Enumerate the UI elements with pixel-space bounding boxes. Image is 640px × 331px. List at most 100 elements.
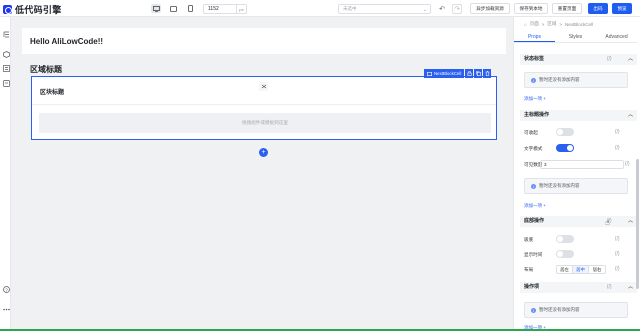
tablet-device-button[interactable] [168,4,178,13]
copy-icon[interactable] [474,69,483,78]
layout-option-right[interactable]: 居右 [589,266,605,273]
empty-state-box: i 暂时还没有添加内容 [524,178,628,194]
desktop-device-button[interactable] [151,4,161,13]
breadcrumb-item-current[interactable]: NextBlockCell [565,22,593,27]
section-header-bottom-ops[interactable]: 底部操作 ︿ [520,216,637,227]
variable-binding-icon[interactable]: {/} [607,56,612,62]
fixed-bottom-switch[interactable] [556,235,574,243]
phone-device-button[interactable] [185,4,195,13]
component-library-icon[interactable] [2,50,10,58]
drop-zone-hint: 拖拽组件或模板到这里 [242,120,288,125]
selection-tag[interactable]: NextBlockCell [424,69,465,78]
fixed-bottom-label: 吸底 [524,237,534,242]
left-sidebar: ? [0,17,11,331]
drop-zone[interactable]: 拖拽组件或模板到这里 [39,113,491,133]
tablet-icon [169,5,177,12]
panel-scrollbar[interactable] [636,37,640,331]
phone-icon [187,5,193,12]
delete-icon[interactable] [483,69,492,78]
hello-text-block[interactable]: Hello AliLowCode!! [22,28,506,54]
settings-tabs: Props Styles Advanced [514,32,637,43]
breadcrumb-separator: > [559,21,562,27]
reset-page-button[interactable]: 重置页面 [552,3,582,14]
add-item-link[interactable]: 添加一项 + [524,203,546,209]
logo-icon [3,5,12,14]
info-icon: i [531,307,536,313]
data-source-icon[interactable] [2,64,10,72]
section-header-main-ops[interactable]: 主标题操作 ︿ [520,110,637,121]
variable-binding-icon[interactable]: {/} [615,129,620,135]
tab-styles[interactable]: Styles [555,32,596,42]
layout-option-left[interactable]: 居左 [557,266,573,273]
layout-label: 布局 [524,267,534,272]
code-editor-icon[interactable] [2,79,10,87]
panel-scrollbar-thumb[interactable] [636,159,639,289]
variable-binding-icon[interactable]: {/} [607,284,612,290]
breadcrumb: ⌂ 页面 > 区域 > NextBlockCell [524,21,593,27]
breadcrumb-separator: > [541,21,545,27]
mouse-pointer-icon: ☝ [605,218,610,227]
publish-button[interactable]: 出码 [588,3,608,14]
add-item-link[interactable]: 添加一项 + [524,96,546,102]
visible-count-input[interactable]: 3 [540,160,624,169]
variable-binding-icon[interactable]: {/} [615,251,620,257]
layout-option-center[interactable]: 居中 [573,266,589,273]
breadcrumb-item-area[interactable]: 区域 [547,21,556,27]
variable-binding-icon[interactable]: {/} [615,236,620,242]
top-toolbar: 低代码引擎 1152 px 未选中 ⌄ ↶ ↷ 异步加载资源 保存到本地 重置页… [0,0,640,17]
outline-tree-icon[interactable] [2,30,10,38]
redo-icon[interactable]: ↷ [452,4,462,14]
section-header-state[interactable]: 状态标签 ︿ [520,54,637,65]
tab-props[interactable]: Props [514,32,555,42]
add-component-button[interactable]: + [259,148,268,157]
layout-segmented-control: 居左 居中 居右 [556,265,606,274]
area-title[interactable]: 区域标题 [30,64,62,75]
more-icon[interactable] [2,305,10,313]
empty-state-text: 暂时还没有添加内容 [539,77,580,82]
width-unit-label: px [236,5,246,13]
variable-binding-icon[interactable]: {/} [615,266,620,272]
locale-select-value: 未选中 [343,6,357,11]
preview-button[interactable]: 预览 [612,3,632,14]
settings-panel: ⌂ 页面 > 区域 > NextBlockCell Props Styles A… [513,17,640,331]
canvas-width-value: 1152 [208,6,219,12]
section-header-op-items[interactable]: 操作项 ︿ [520,282,637,293]
collapsible-switch[interactable] [556,128,574,136]
undo-icon[interactable]: ↶ [437,4,447,14]
block-title[interactable]: 区块标题 [40,87,64,96]
show-time-switch[interactable] [556,250,574,258]
variable-binding-icon[interactable]: {/} [625,161,630,167]
collapse-handle[interactable] [259,82,268,91]
desktop-icon [152,5,160,12]
svg-text:?: ? [5,287,8,292]
app-logo: 低代码引擎 [3,3,62,16]
breadcrumb-item-page[interactable]: 页面 [530,21,539,27]
section-title-bottom-ops: 底部操作 [524,218,545,224]
info-icon: i [531,183,536,189]
chevron-down-icon: ⌄ [422,7,427,13]
chevron-up-icon[interactable]: ︿ [628,110,633,121]
selection-toolbar: NextBlockCell [424,69,492,78]
section-title-state: 状态标签 [524,56,545,62]
block-divider [32,104,496,105]
empty-state-box: i 暂时还没有添加内容 [524,302,628,318]
empty-state-box: i 暂时还没有添加内容 [524,72,628,88]
chevron-up-icon[interactable]: ︿ [628,54,633,65]
locale-select[interactable]: 未选中 ⌄ [338,4,431,14]
collapse-arrows-icon [261,84,266,89]
empty-state-text: 暂时还没有添加内容 [539,183,580,188]
show-time-label: 显示时间 [524,252,543,257]
variable-binding-icon[interactable]: {/} [615,145,620,151]
save-local-button[interactable]: 保存到本地 [514,3,548,14]
chevron-up-icon[interactable]: ︿ [628,282,633,293]
section-title-main-ops: 主标题操作 [524,112,550,118]
text-mode-switch[interactable] [556,144,574,152]
chevron-up-icon[interactable]: ︿ [628,216,633,227]
home-icon[interactable]: ⌂ [524,22,527,27]
help-icon[interactable]: ? [2,285,10,293]
async-load-button[interactable]: 异步加载资源 [470,3,510,14]
lock-icon[interactable] [465,69,474,78]
section-title-op-items: 操作项 [524,284,540,290]
tab-advanced[interactable]: Advanced [596,32,637,42]
canvas-width-input[interactable]: 1152 px [203,4,247,14]
